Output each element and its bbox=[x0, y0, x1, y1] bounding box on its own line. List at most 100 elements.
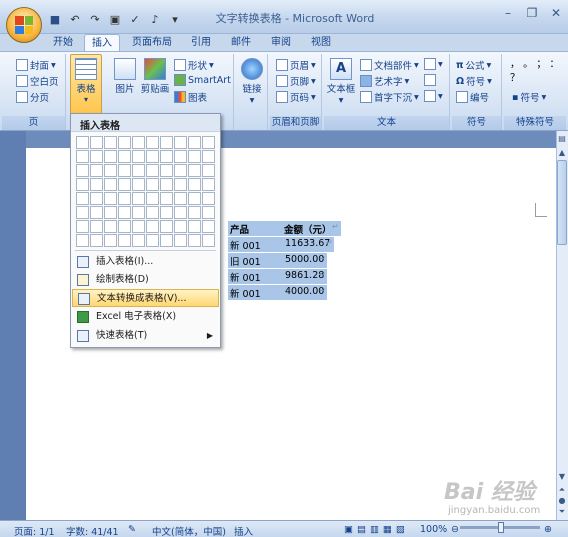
grid-cell[interactable] bbox=[174, 234, 187, 247]
grid-cell[interactable] bbox=[188, 206, 201, 219]
save-icon[interactable]: ■ bbox=[48, 13, 62, 26]
print-preview-icon[interactable]: ▣ bbox=[108, 13, 122, 26]
special-symbol-button[interactable]: ▪ 符号 ▾ bbox=[512, 90, 546, 105]
redo-icon[interactable]: ↷ bbox=[88, 13, 102, 26]
tab-references[interactable]: 引用 bbox=[186, 34, 216, 52]
grid-cell[interactable] bbox=[104, 136, 117, 149]
grid-cell[interactable] bbox=[132, 136, 145, 149]
grid-cell[interactable] bbox=[146, 164, 159, 177]
menu-item-draw-table[interactable]: 绘制表格(D) bbox=[72, 271, 219, 289]
undo-icon[interactable]: ↶ bbox=[68, 13, 82, 26]
menu-item-excel[interactable]: Excel 电子表格(X) bbox=[72, 308, 219, 326]
clipart-button[interactable]: 剪贴画 bbox=[140, 56, 170, 95]
grid-cell[interactable] bbox=[188, 192, 201, 205]
grid-cell[interactable] bbox=[90, 150, 103, 163]
qat-customize-icon[interactable]: ▾ bbox=[168, 13, 182, 26]
grid-cell[interactable] bbox=[202, 178, 215, 191]
grid-cell[interactable] bbox=[90, 220, 103, 233]
grid-cell[interactable] bbox=[160, 220, 173, 233]
grid-cell[interactable] bbox=[132, 178, 145, 191]
grid-cell[interactable] bbox=[174, 220, 187, 233]
grid-cell[interactable] bbox=[160, 234, 173, 247]
grid-cell[interactable] bbox=[90, 136, 103, 149]
grid-cell[interactable] bbox=[104, 220, 117, 233]
symbol-button[interactable]: Ω 符号 ▾ bbox=[456, 74, 492, 89]
signature-line-button[interactable]: ▾ bbox=[424, 58, 443, 70]
grid-cell[interactable] bbox=[118, 136, 131, 149]
grid-cell[interactable] bbox=[146, 234, 159, 247]
grid-cell[interactable] bbox=[146, 206, 159, 219]
text-row[interactable]: 旧 001 5000.00 ↵ bbox=[228, 253, 327, 268]
special-chars-palette[interactable]: ， 。 ； ： ？ bbox=[510, 58, 564, 86]
table-button[interactable]: 表格 ▾ bbox=[70, 54, 102, 116]
grid-cell[interactable] bbox=[160, 192, 173, 205]
grid-cell[interactable] bbox=[146, 178, 159, 191]
word-count[interactable]: 字数: 41/41 bbox=[66, 524, 119, 537]
scroll-down-icon[interactable]: ▼ bbox=[557, 472, 567, 484]
grid-cell[interactable] bbox=[76, 150, 89, 163]
grid-cell[interactable] bbox=[174, 150, 187, 163]
grid-cell[interactable] bbox=[104, 178, 117, 191]
grid-cell[interactable] bbox=[188, 234, 201, 247]
tab-page-layout[interactable]: 页面布局 bbox=[128, 34, 176, 52]
grid-cell[interactable] bbox=[202, 136, 215, 149]
text-row[interactable]: 新 001 11633.67 ↵ bbox=[228, 237, 334, 252]
links-button[interactable]: 链接 ▾ bbox=[237, 56, 267, 106]
grid-cell[interactable] bbox=[174, 206, 187, 219]
grid-cell[interactable] bbox=[132, 234, 145, 247]
blank-page-button[interactable]: 空白页 bbox=[16, 74, 59, 88]
grid-cell[interactable] bbox=[118, 206, 131, 219]
grid-cell[interactable] bbox=[76, 164, 89, 177]
grid-cell[interactable] bbox=[174, 164, 187, 177]
grid-cell[interactable] bbox=[118, 150, 131, 163]
grid-cell[interactable] bbox=[160, 136, 173, 149]
grid-cell[interactable] bbox=[132, 206, 145, 219]
tab-review[interactable]: 审阅 bbox=[266, 34, 296, 52]
grid-cell[interactable] bbox=[90, 164, 103, 177]
grid-cell[interactable] bbox=[188, 220, 201, 233]
grid-cell[interactable] bbox=[132, 164, 145, 177]
text-row[interactable]: 产品 金额（元） ↵ bbox=[228, 221, 341, 236]
grid-cell[interactable] bbox=[76, 206, 89, 219]
text-row[interactable]: 新 001 9861.28 ↵ bbox=[228, 269, 327, 284]
spelling-icon[interactable]: ✓ bbox=[128, 13, 142, 26]
grid-cell[interactable] bbox=[174, 136, 187, 149]
grid-cell[interactable] bbox=[146, 136, 159, 149]
text-row[interactable]: 新 001 4000.00 ↵ bbox=[228, 285, 327, 300]
grid-cell[interactable] bbox=[132, 192, 145, 205]
smartart-button[interactable]: SmartArt bbox=[174, 74, 231, 86]
grid-cell[interactable] bbox=[132, 220, 145, 233]
view-buttons[interactable]: ▣▤▥▦▧ bbox=[344, 524, 409, 535]
page-number-button[interactable]: 页码 ▾ bbox=[276, 90, 316, 104]
grid-cell[interactable] bbox=[90, 178, 103, 191]
tab-home[interactable]: 开始 bbox=[48, 34, 78, 52]
grid-cell[interactable] bbox=[188, 150, 201, 163]
grid-cell[interactable] bbox=[202, 206, 215, 219]
textbox-button[interactable]: A 文本框 ▾ bbox=[326, 56, 356, 106]
chart-button[interactable]: 图表 bbox=[174, 90, 207, 104]
grid-cell[interactable] bbox=[76, 220, 89, 233]
menu-item-quick-table[interactable]: 快速表格(T) ▶ bbox=[72, 327, 219, 345]
header-button[interactable]: 页眉 ▾ bbox=[276, 58, 316, 72]
grid-cell[interactable] bbox=[188, 164, 201, 177]
picture-button[interactable]: 图片 bbox=[110, 56, 140, 95]
quickparts-button[interactable]: 文档部件 ▾ bbox=[360, 58, 419, 72]
grid-cell[interactable] bbox=[202, 150, 215, 163]
zoom-out-icon[interactable]: ⊖ bbox=[451, 524, 459, 535]
wordart-button[interactable]: 艺术字 ▾ bbox=[360, 74, 409, 88]
grid-cell[interactable] bbox=[104, 192, 117, 205]
zoom-level[interactable]: 100% bbox=[420, 524, 447, 535]
scroll-up-icon[interactable]: ▲ bbox=[557, 148, 567, 160]
grid-cell[interactable] bbox=[104, 234, 117, 247]
format-painter-icon[interactable]: ♪ bbox=[148, 13, 162, 26]
page-break-button[interactable]: 分页 bbox=[16, 90, 49, 104]
grid-cell[interactable] bbox=[174, 178, 187, 191]
object-button[interactable]: ▾ bbox=[424, 90, 443, 102]
grid-cell[interactable] bbox=[202, 192, 215, 205]
grid-cell[interactable] bbox=[76, 178, 89, 191]
grid-cell[interactable] bbox=[104, 150, 117, 163]
table-size-grid[interactable] bbox=[75, 135, 216, 248]
grid-cell[interactable] bbox=[202, 220, 215, 233]
grid-cell[interactable] bbox=[90, 206, 103, 219]
grid-cell[interactable] bbox=[160, 150, 173, 163]
